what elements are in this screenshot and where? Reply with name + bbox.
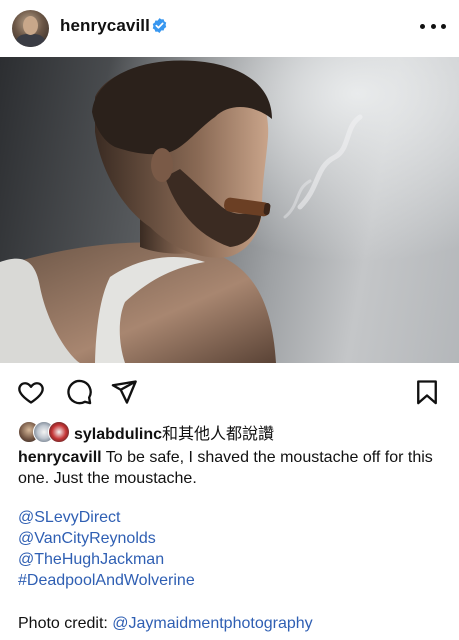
bookmark-icon[interactable] (413, 378, 441, 406)
post-username[interactable]: henrycavill (60, 16, 150, 36)
post-caption: henrycavill To be safe, I shaved the mou… (18, 447, 438, 489)
caption-mentions: @SLevyDirect @VanCityReynolds @TheHughJa… (18, 507, 195, 591)
liked-by-suffix: 和其他人都說讚 (162, 426, 275, 443)
liker-avatars (18, 421, 72, 443)
photo-credit: Photo credit: @Jaymaidmentphotography (18, 613, 313, 634)
liked-by-text: sylabdulinc和其他人都說讚 (74, 420, 274, 444)
liked-by-username[interactable]: sylabdulinc (74, 426, 162, 443)
photo-credit-label: Photo credit: (18, 615, 108, 632)
photo-credit-link[interactable]: @Jaymaidmentphotography (112, 615, 312, 632)
send-icon[interactable] (110, 378, 138, 406)
post-header: henrycavill (0, 0, 459, 57)
post-photo-illustration (0, 57, 459, 363)
more-options-icon[interactable] (420, 18, 446, 34)
comment-icon[interactable] (65, 378, 93, 406)
post-actions (0, 372, 459, 412)
avatar-face (23, 16, 38, 35)
caption-author[interactable]: henrycavill (18, 449, 102, 466)
liked-by-row[interactable]: sylabdulinc和其他人都說讚 (18, 421, 274, 443)
verified-badge-icon (152, 18, 167, 33)
liker-avatar (48, 421, 70, 443)
heart-icon[interactable] (17, 378, 45, 406)
post-photo[interactable] (0, 57, 459, 363)
mention-link[interactable]: @SLevyDirect (18, 507, 195, 528)
profile-avatar[interactable] (12, 10, 49, 47)
mention-link[interactable]: @VanCityReynolds (18, 528, 195, 549)
hashtag-link[interactable]: #DeadpoolAndWolverine (18, 570, 195, 591)
avatar-shirt (16, 34, 45, 47)
mention-link[interactable]: @TheHughJackman (18, 549, 195, 570)
